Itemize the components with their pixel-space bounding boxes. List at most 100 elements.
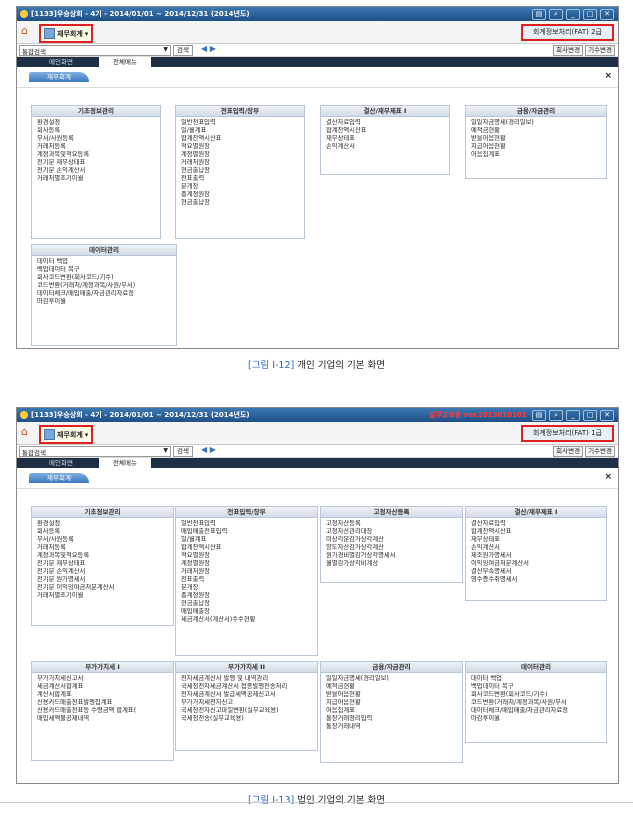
module-menu-button[interactable]: 재무회계 ▾ — [39, 425, 94, 444]
menu-item[interactable]: 환경설정 — [37, 119, 160, 127]
menu-item[interactable]: 합계잔액시산표 — [181, 544, 317, 552]
menu-item[interactable]: 분개장 — [181, 183, 304, 191]
menu-item[interactable]: 원가경비별감가상각명세서 — [326, 552, 462, 560]
menu-item[interactable]: 결산자료입력 — [326, 119, 449, 127]
menu-item[interactable]: 전기분 원가명세서 — [37, 576, 173, 584]
menu-item[interactable]: 현금출납장 — [181, 199, 304, 207]
close-icon[interactable]: × — [604, 472, 612, 482]
menu-item[interactable]: 손익계산서 — [471, 544, 606, 552]
module-menu-button[interactable]: 재무회계 ▾ — [39, 24, 94, 43]
menu-item[interactable]: 전기분 손익계산서 — [37, 568, 173, 576]
menu-item[interactable]: 일일자금명세(경리일보) — [326, 675, 462, 683]
menu-item[interactable]: 계정별원장 — [181, 560, 317, 568]
menu-item[interactable]: 계정과목및적요등록 — [37, 151, 160, 159]
ribbon-tab-accounting[interactable]: 재무회계 — [29, 72, 89, 82]
menu-item[interactable]: 마감후이월 — [37, 298, 176, 306]
menu-item[interactable]: 총계정원장 — [181, 191, 304, 199]
change-company-button[interactable]: 회사변경 — [553, 45, 584, 56]
menu-item[interactable]: 데이터체크/매입매출/자금관리자료정 — [471, 707, 606, 715]
menu-item[interactable]: 국세청전송(실무교육용) — [181, 715, 317, 723]
menu-item[interactable]: 일일자금명세(경리일보) — [471, 119, 606, 127]
menu-item[interactable]: 매입매출장 — [181, 608, 317, 616]
search-button[interactable]: 검색 — [173, 446, 193, 457]
menu-item[interactable]: 양도자산감가상각계산 — [326, 544, 462, 552]
menu-item[interactable]: 지급어음현황 — [471, 143, 606, 151]
menu-item[interactable]: 코드변환(거래처/계정과목/사원/부서 — [471, 699, 606, 707]
menu-item[interactable]: 전자세금계산서 발행 및 내역관리 — [181, 675, 317, 683]
menu-item[interactable]: 회사코드변환(회사코드/기수) — [471, 691, 606, 699]
menu-item[interactable]: 계정과목및적요등록 — [37, 552, 173, 560]
change-company-button[interactable]: 회사변경 — [553, 446, 584, 457]
menu-item[interactable]: 일반전표입력 — [181, 520, 317, 528]
ribbon-tab-accounting[interactable]: 재무회계 — [29, 473, 89, 483]
tab-main[interactable]: 메인화면 — [35, 458, 87, 468]
menu-item[interactable]: 매입세액불공제내역 — [37, 715, 173, 723]
menu-item[interactable]: 전표출력 — [181, 175, 304, 183]
search-button[interactable]: 검색 — [173, 45, 193, 56]
menu-item[interactable]: 신용카드매출전표등 수령금액 합계표( — [37, 707, 173, 715]
nav-arrows-icon[interactable]: ◀ ▶ — [201, 44, 216, 53]
menu-item[interactable]: 합계잔액시산표 — [181, 135, 304, 143]
change-period-button[interactable]: 기수변경 — [585, 45, 615, 56]
change-period-button[interactable]: 기수변경 — [585, 446, 615, 457]
menu-item[interactable]: 백업데이터 복구 — [37, 266, 176, 274]
menu-item[interactable]: 회사코드변환(회사코드/기수) — [37, 274, 176, 282]
menu-item[interactable]: 신용카드매출전표발행집계표 — [37, 699, 173, 707]
menu-item[interactable]: 예적금현황 — [326, 683, 462, 691]
menu-item[interactable]: 전기분 재무상태표 — [37, 560, 173, 568]
tab-main[interactable]: 메인화면 — [35, 57, 87, 67]
menu-item[interactable]: 미상각분감가상각계산 — [326, 536, 462, 544]
menu-item[interactable]: 회사등록 — [37, 127, 160, 135]
menu-item[interactable]: 회사등록 — [37, 528, 173, 536]
menu-item[interactable]: 월별감가상각비계상 — [326, 560, 462, 568]
menu-item[interactable]: 데이터 백업 — [37, 258, 176, 266]
home-icon[interactable]: ⌂ — [21, 426, 33, 438]
close-icon[interactable]: × — [604, 71, 612, 81]
menu-item[interactable]: 국세청전자신고파일변환(실무교육용) — [181, 707, 317, 715]
menu-item[interactable]: 고정자산관리대장 — [326, 528, 462, 536]
menu-item[interactable]: 전표출력 — [181, 576, 317, 584]
menu-item[interactable]: 받을어음현황 — [471, 135, 606, 143]
menu-item[interactable]: 부서/사원등록 — [37, 135, 160, 143]
menu-item[interactable]: 현금출납장 — [181, 600, 317, 608]
menu-item[interactable]: 합계잔액시산표 — [471, 528, 606, 536]
menu-item[interactable]: 적요별원장 — [181, 143, 304, 151]
menu-item[interactable]: 코드변환(거래처/계정과목/사원/부서) — [37, 282, 176, 290]
search-combo[interactable]: 통합검색 ▼ — [19, 45, 171, 56]
menu-item[interactable]: 거래처등록 — [37, 544, 173, 552]
menu-item[interactable]: 거래처원장 — [181, 159, 304, 167]
tab-all-menu[interactable]: 전체메뉴 — [99, 57, 151, 67]
menu-item[interactable]: 마감후이월 — [471, 715, 606, 723]
layout-icon[interactable]: ▤ — [532, 410, 546, 421]
nav-arrows-icon[interactable]: ◀ ▶ — [201, 445, 216, 454]
menu-item[interactable]: 세금계산서(계산서)수수현황 — [181, 616, 317, 624]
tab-all-menu[interactable]: 전체메뉴 — [99, 458, 151, 468]
search-icon[interactable]: ⌕ — [549, 410, 563, 421]
maximize-button[interactable]: □ — [583, 410, 597, 421]
menu-item[interactable]: 데이터 백업 — [471, 675, 606, 683]
menu-item[interactable]: 부서/사원등록 — [37, 536, 173, 544]
menu-item[interactable]: 환경설정 — [37, 520, 173, 528]
menu-item[interactable]: 고정자산등록 — [326, 520, 462, 528]
menu-item[interactable]: 데이터체크/매입매출/자금관리자료정 — [37, 290, 176, 298]
home-icon[interactable]: ⌂ — [21, 25, 33, 37]
menu-item[interactable]: 전기분 재무상태표 — [37, 159, 160, 167]
menu-item[interactable]: 통장거래내역 — [326, 723, 462, 731]
menu-item[interactable]: 국세청전자세금계산서 접종발행전송처리 — [181, 683, 317, 691]
minimize-button[interactable]: _ — [566, 9, 580, 20]
menu-item[interactable]: 예적금현황 — [471, 127, 606, 135]
menu-item[interactable]: 전기분 손익계산서 — [37, 167, 160, 175]
menu-item[interactable]: 어음집계표 — [326, 707, 462, 715]
menu-item[interactable]: 총계정원장 — [181, 592, 317, 600]
search-combo[interactable]: 통합검색 ▼ — [19, 446, 171, 457]
menu-item[interactable]: 거래처등록 — [37, 143, 160, 151]
menu-item[interactable]: 계산서합계표 — [37, 691, 173, 699]
menu-item[interactable]: 적요별원장 — [181, 552, 317, 560]
menu-item[interactable]: 통장거래정리입력 — [326, 715, 462, 723]
menu-item[interactable]: 매입매출전표입력 — [181, 528, 317, 536]
menu-item[interactable]: 영수증수취명세서 — [471, 576, 606, 584]
menu-item[interactable]: 거래처별초기이월 — [37, 592, 173, 600]
menu-item[interactable]: 세금계산서합계표 — [37, 683, 173, 691]
close-button[interactable]: ✕ — [600, 410, 614, 421]
menu-item[interactable]: 지급어음현황 — [326, 699, 462, 707]
